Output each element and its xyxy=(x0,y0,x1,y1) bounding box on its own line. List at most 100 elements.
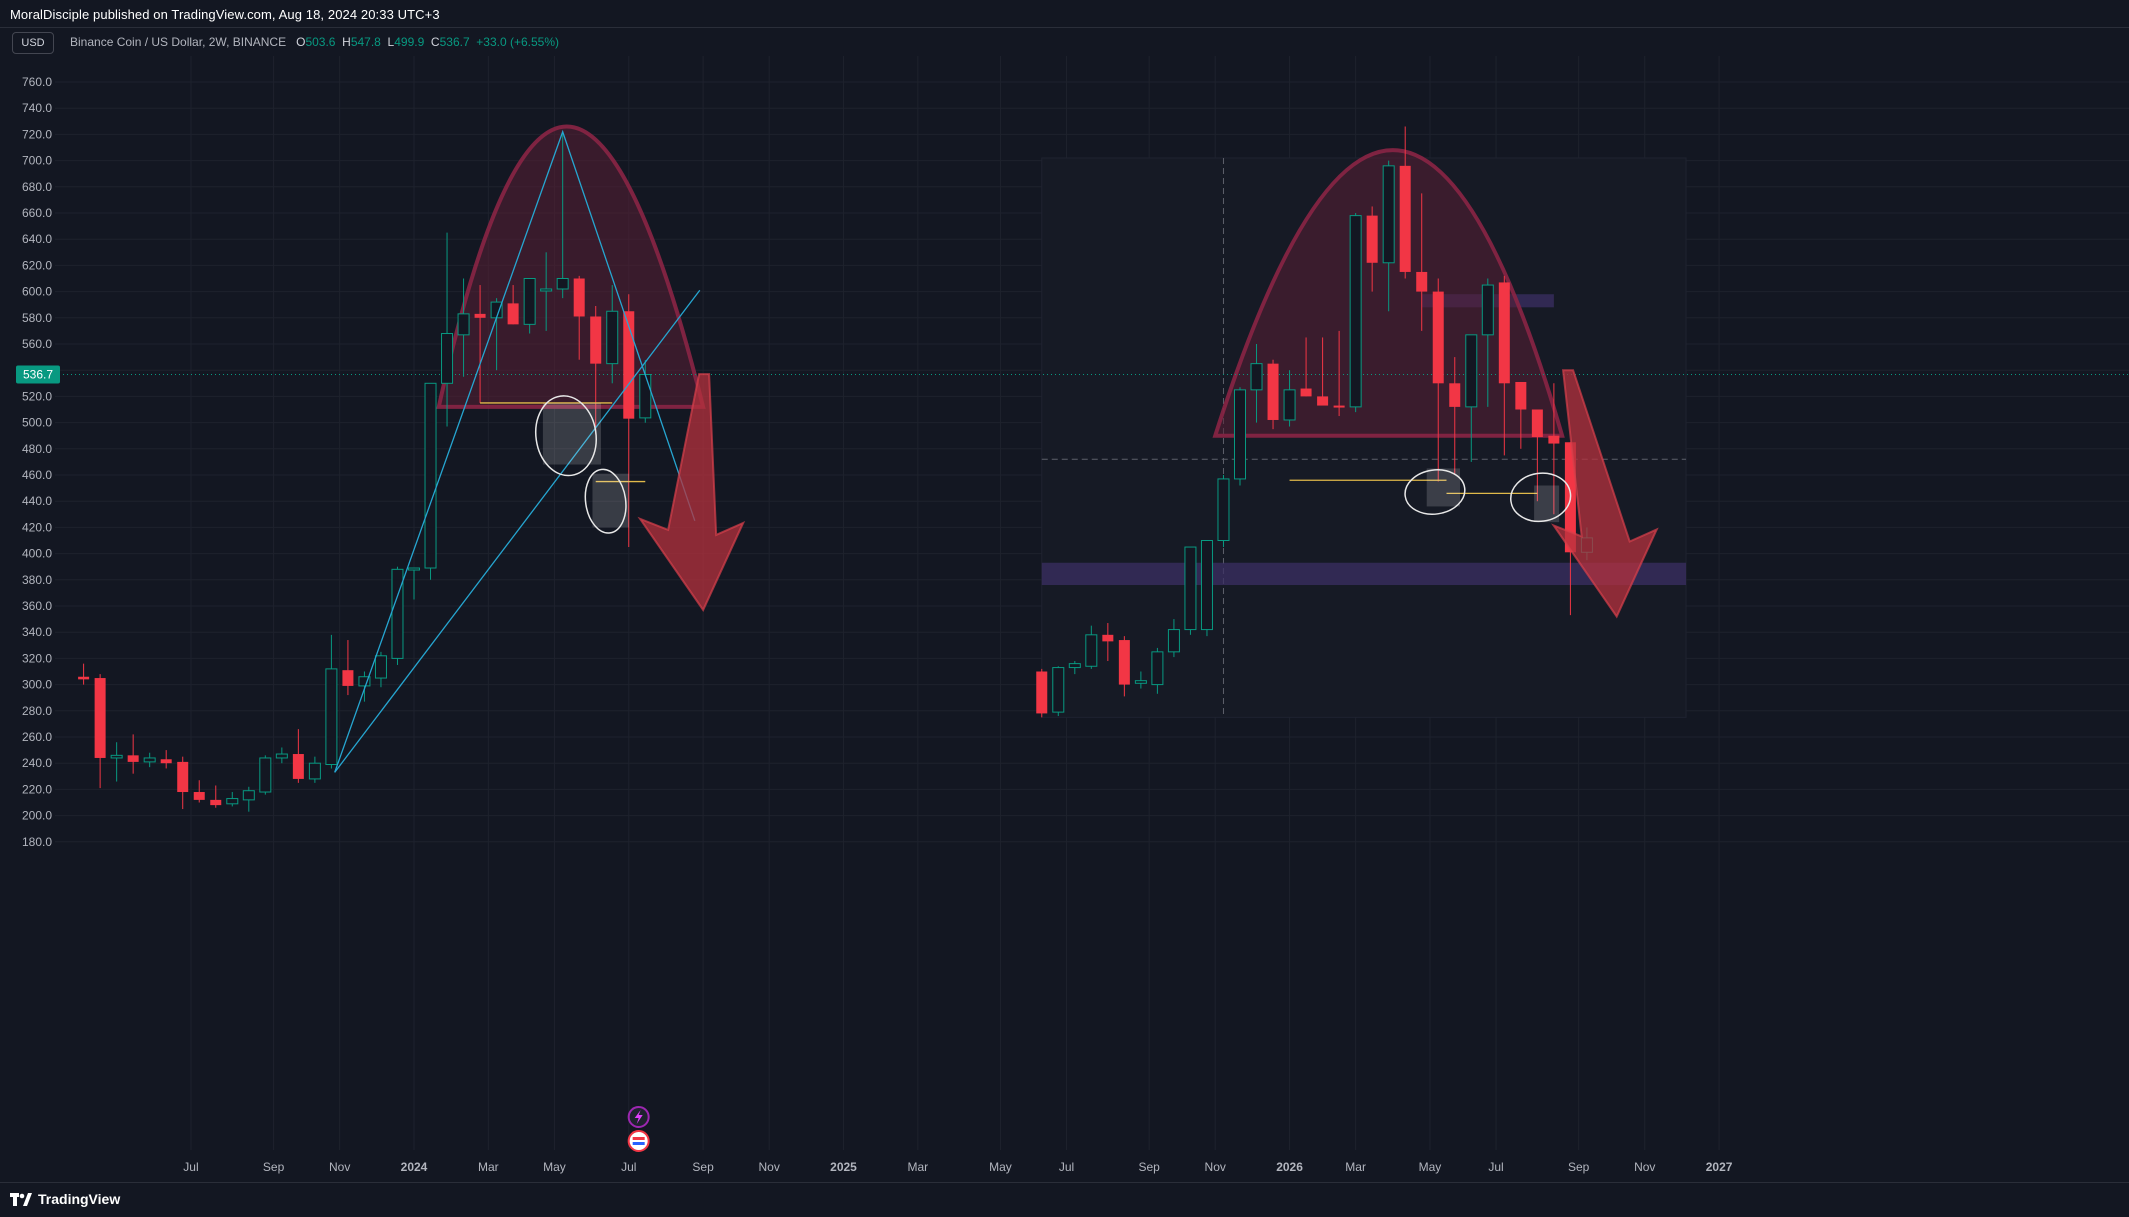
candle-body xyxy=(325,668,338,766)
tradingview-brand[interactable]: TradingView xyxy=(10,1191,120,1207)
tradingview-logo-icon xyxy=(10,1193,32,1206)
candle-body xyxy=(308,762,321,780)
chart-annotations-back xyxy=(55,124,2129,718)
price-tag-label: 536.7 xyxy=(23,368,53,382)
x-axis-labels: Jul Sep Nov 2024 Mar May Jul Sep Nov 2025 Mar May Ju… xyxy=(183,1160,1732,1174)
x-tick-label: 2025 xyxy=(830,1160,857,1174)
fractal-candle-body xyxy=(1317,396,1329,406)
x-tick-label: Mar xyxy=(908,1160,929,1174)
y-tick-label: 420.0 xyxy=(22,520,52,534)
candle-body xyxy=(556,278,569,290)
candle-body xyxy=(160,759,172,764)
fractal-candle-body xyxy=(1416,271,1428,292)
candle-body xyxy=(242,790,255,801)
candle-body xyxy=(590,316,602,364)
fractal-candle-body xyxy=(1036,671,1048,714)
y-tick-label: 660.0 xyxy=(22,206,52,220)
price-chart[interactable]: 760.0 740.0 720.0 700.0 680.0 660.0 640.0 620.0… xyxy=(0,0,2129,1182)
x-tick-label: 2024 xyxy=(401,1160,428,1174)
fractal-candle-body xyxy=(1498,282,1510,384)
fractal-candle-body xyxy=(1531,409,1543,438)
fractal-candle-body xyxy=(1234,389,1246,480)
x-tick-label: Sep xyxy=(1568,1160,1590,1174)
y-tick-label: 320.0 xyxy=(22,651,52,665)
candle-body xyxy=(424,382,437,569)
x-tick-label: May xyxy=(1419,1160,1442,1174)
brand-text: TradingView xyxy=(38,1191,121,1207)
fractal-candle-body xyxy=(1300,388,1312,397)
x-tick-label: Jul xyxy=(621,1160,636,1174)
y-tick-label: 580.0 xyxy=(22,311,52,325)
x-tick-label: Jul xyxy=(1059,1160,1074,1174)
y-tick-label: 520.0 xyxy=(22,389,52,403)
candle-body xyxy=(573,278,585,317)
bearish-arrow-actual xyxy=(637,373,746,612)
x-tick-label: Mar xyxy=(478,1160,499,1174)
y-tick-label: 220.0 xyxy=(22,782,52,796)
x-tick-label: Mar xyxy=(1345,1160,1366,1174)
x-tick-label: Nov xyxy=(759,1160,780,1174)
fractal-candle-body xyxy=(1167,629,1180,653)
fractal-candle-body xyxy=(1134,680,1147,684)
fractal-candle-body xyxy=(1200,540,1213,631)
candle-body xyxy=(441,333,454,384)
fractal-candle-body xyxy=(1102,634,1114,642)
y-tick-label: 440.0 xyxy=(22,494,52,508)
highlight-box xyxy=(542,402,601,465)
y-tick-label: 260.0 xyxy=(22,730,52,744)
fractal-candle-body xyxy=(1432,291,1444,384)
candle-body xyxy=(490,301,503,319)
fractal-candle-body xyxy=(1151,651,1164,686)
highlight-box xyxy=(1534,485,1560,523)
y-tick-label: 620.0 xyxy=(22,258,52,272)
x-tick-label: Jul xyxy=(183,1160,198,1174)
x-tick-label: 2026 xyxy=(1276,1160,1303,1174)
y-tick-label: 340.0 xyxy=(22,625,52,639)
fractal-candle-body xyxy=(1085,634,1098,667)
fractal-candle-body xyxy=(1382,165,1395,264)
candle-body xyxy=(391,568,404,659)
event-icons xyxy=(627,1106,650,1152)
fractal-candle-body xyxy=(1465,334,1478,408)
candle-body xyxy=(78,676,90,680)
x-tick-label: Sep xyxy=(692,1160,714,1174)
x-tick-label: Nov xyxy=(329,1160,350,1174)
candle-body xyxy=(94,678,106,758)
x-tick-label: Sep xyxy=(1138,1160,1160,1174)
fractal-candle-body xyxy=(1118,640,1130,685)
y-tick-label: 740.0 xyxy=(22,101,52,115)
y-tick-label: 760.0 xyxy=(22,75,52,89)
flag-stripe-icon xyxy=(632,1137,645,1140)
x-tick-label: May xyxy=(543,1160,566,1174)
candle-body xyxy=(523,278,536,325)
y-tick-label: 700.0 xyxy=(22,154,52,168)
x-tick-label: May xyxy=(989,1160,1012,1174)
y-tick-label: 400.0 xyxy=(22,547,52,561)
fractal-candle-body xyxy=(1283,389,1296,421)
candle-body xyxy=(177,761,189,793)
fractal-candle-body xyxy=(1068,663,1081,669)
flag-stripe-icon xyxy=(632,1142,645,1145)
fractal-candle-body xyxy=(1184,546,1197,631)
candle-body xyxy=(292,754,304,779)
fractal-candle-body xyxy=(1250,363,1263,391)
y-tick-label: 180.0 xyxy=(22,835,52,849)
candle-body xyxy=(210,799,222,806)
fractal-candle-body xyxy=(1515,381,1527,410)
candle-body xyxy=(606,310,619,365)
footer-bar: TradingView xyxy=(0,1182,2129,1217)
candle-body xyxy=(342,670,354,686)
y-axis-labels: 760.0 740.0 720.0 700.0 680.0 660.0 640.0 620.0… xyxy=(22,75,52,849)
y-tick-label: 300.0 xyxy=(22,678,52,692)
fractal-candle-body xyxy=(1481,284,1494,336)
y-tick-label: 680.0 xyxy=(22,180,52,194)
candle-body xyxy=(474,313,486,318)
y-tick-label: 640.0 xyxy=(22,232,52,246)
y-tick-label: 360.0 xyxy=(22,599,52,613)
x-tick-label: 2027 xyxy=(1706,1160,1733,1174)
candle-body xyxy=(374,655,387,679)
candle-body xyxy=(275,753,288,759)
candle-body xyxy=(110,754,123,759)
candle-body xyxy=(259,757,272,793)
fractal-candle-body xyxy=(1449,383,1461,407)
